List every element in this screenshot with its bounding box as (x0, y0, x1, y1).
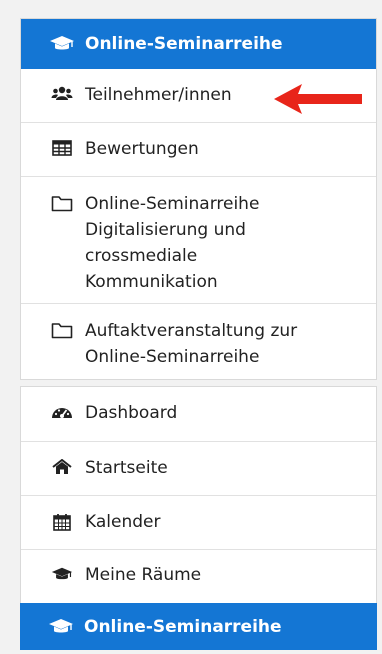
nav-item-label: Auftaktveranstaltung zur Online-Seminarr… (85, 321, 298, 367)
footer-header-label: Online-Seminarreihe (84, 616, 282, 637)
calendar-icon (51, 509, 73, 531)
site-navigation-panel: Dashboard Startseite Kalender Meine Räum… (20, 386, 377, 650)
nav-item-section-auftakt[interactable]: Auftaktveranstaltung zur Online-Seminarr… (21, 303, 376, 381)
folder-icon (51, 191, 73, 212)
graduation-cap-icon (49, 35, 75, 53)
nav-item-section-digitalisierung[interactable]: Online-Seminarreihe Digitalisierung und … (21, 176, 376, 303)
nav-item-label: Dashboard (85, 403, 178, 423)
dashboard-icon (51, 400, 73, 420)
nav-item-label: Kalender (85, 512, 161, 532)
home-icon (51, 455, 73, 475)
graduation-cap-icon (48, 618, 74, 636)
course-header-label: Online-Seminarreihe (85, 34, 283, 54)
nav-item-my-courses[interactable]: Meine Räume (21, 549, 376, 602)
nav-item-label: Online-Seminarreihe Digitalisierung und … (85, 194, 260, 292)
nav-item-calendar[interactable]: Kalender (21, 495, 376, 549)
users-icon (51, 82, 73, 102)
red-arrow-icon (274, 84, 362, 114)
nav-item-label: Startseite (85, 458, 168, 478)
course-navigation-panel: Online-Seminarreihe Teilnehmer/innen Bew… (20, 18, 377, 380)
table-icon (51, 136, 73, 156)
nav-item-dashboard[interactable]: Dashboard (21, 387, 376, 441)
nav-item-grades[interactable]: Bewertungen (21, 122, 376, 176)
nav-item-label: Bewertungen (85, 139, 199, 159)
graduation-cap-icon (51, 562, 73, 583)
course-header-link[interactable]: Online-Seminarreihe (21, 19, 376, 69)
folder-icon (51, 318, 73, 339)
footer-course-header-link[interactable]: Online-Seminarreihe (20, 603, 377, 650)
nav-item-home[interactable]: Startseite (21, 441, 376, 495)
nav-item-label: Meine Räume (85, 565, 202, 585)
nav-item-label: Teilnehmer/innen (85, 85, 232, 105)
